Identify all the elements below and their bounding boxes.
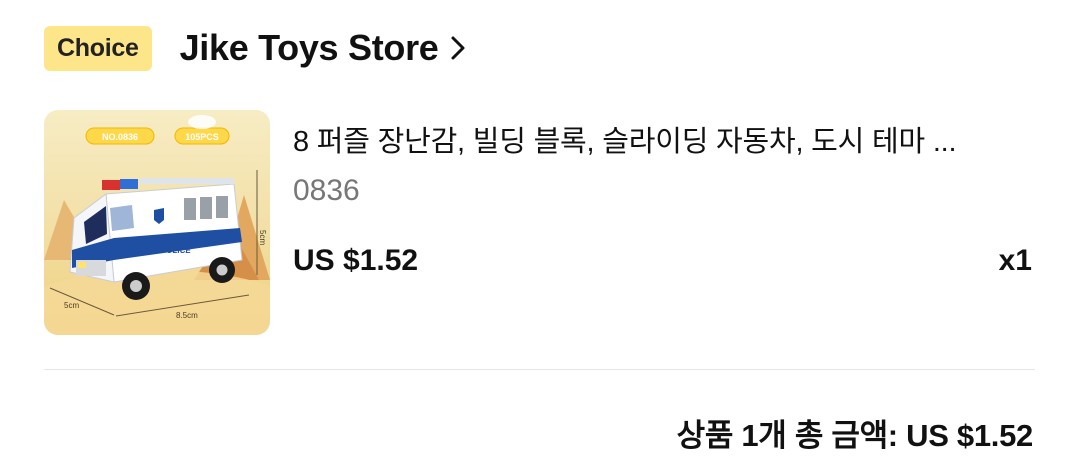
model-tag: NO.0836	[102, 132, 138, 142]
order-total: 상품 1개 총 금액: US $1.52	[676, 418, 1034, 453]
vehicle-label: POLICE	[161, 246, 191, 255]
store-header[interactable]: Choice Jike Toys Store	[44, 24, 467, 72]
product-quantity: x1	[998, 244, 1032, 277]
product-sku: 0836	[293, 174, 360, 207]
dim-width: 5cm	[64, 301, 79, 310]
product-image[interactable]: NO.0836 105PCS 5cm 5cm 8.5cm POLICE	[44, 110, 270, 335]
product-title[interactable]: 8 퍼즐 장난감, 빌딩 블록, 슬라이딩 자동차, 도시 테마 ...	[293, 118, 1033, 160]
dim-length: 8.5cm	[176, 311, 198, 320]
chevron-right-icon[interactable]	[449, 35, 467, 61]
store-name-link[interactable]: Jike Toys Store	[180, 27, 439, 69]
police-van-toy-image: NO.0836 105PCS 5cm 5cm 8.5cm POLICE	[44, 110, 270, 335]
divider	[44, 369, 1035, 370]
dim-height: 5cm	[258, 230, 267, 245]
pieces-tag: 105PCS	[185, 132, 219, 142]
choice-badge: Choice	[44, 25, 152, 71]
product-price: US $1.52	[293, 244, 419, 277]
